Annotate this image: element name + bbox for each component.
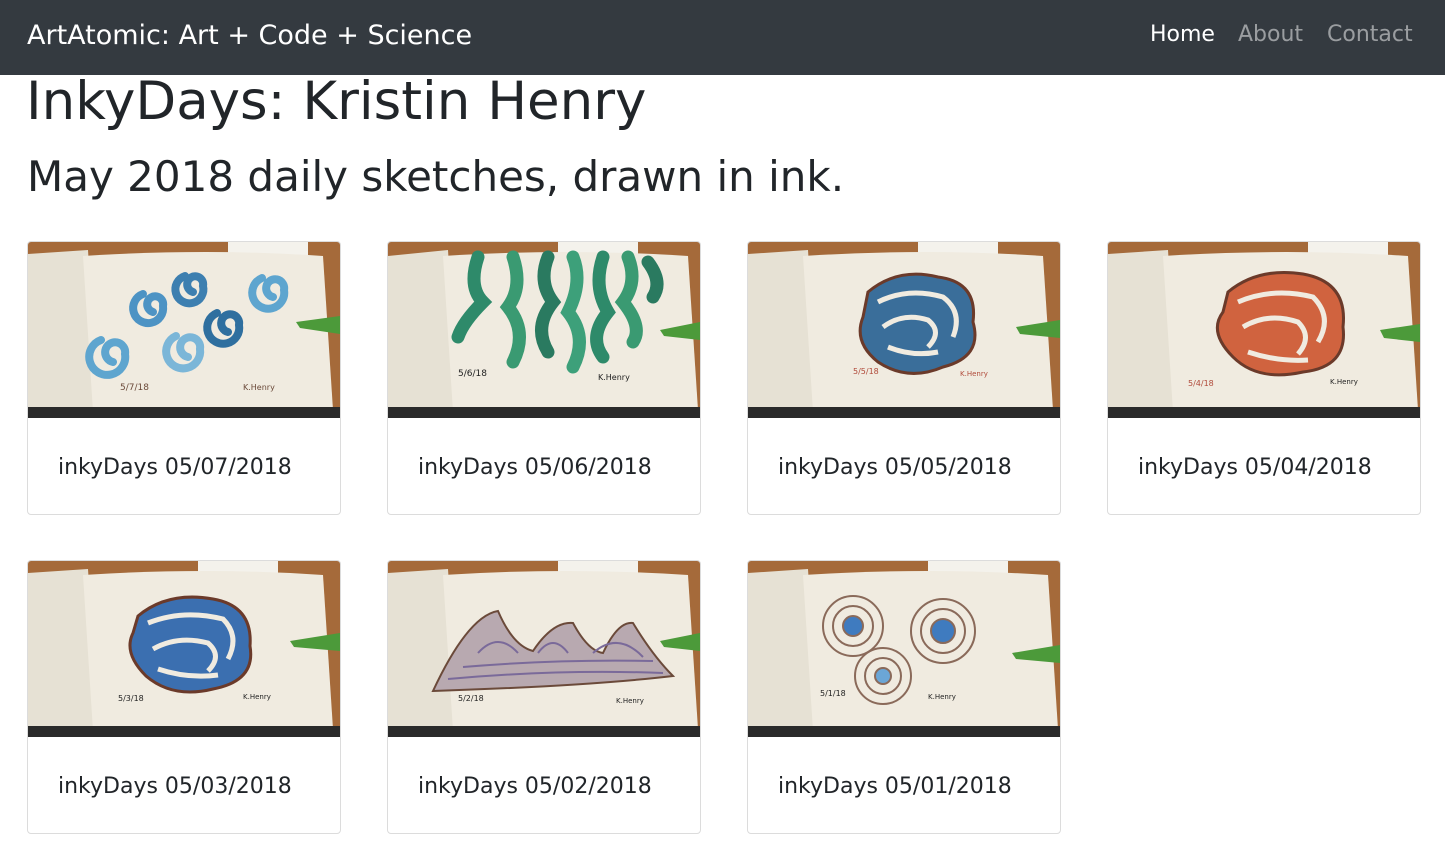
sketch-card-0501[interactable]: 5/1/18 K.Henry inkyDays 05/01/2018 [747,560,1061,834]
sketch-photo-0505: 5/5/18 K.Henry [748,242,1060,418]
svg-text:K.Henry: K.Henry [598,373,630,382]
page-subtitle: May 2018 daily sketches, drawn in ink. [27,152,845,201]
svg-text:K.Henry: K.Henry [243,383,275,392]
svg-text:K.Henry: K.Henry [616,697,644,705]
sketch-card-0502[interactable]: 5/2/18 K.Henry inkyDays 05/02/2018 [387,560,701,834]
nav-link-about[interactable]: About [1238,20,1303,50]
svg-text:5/1/18: 5/1/18 [820,689,846,698]
svg-text:K.Henry: K.Henry [1330,378,1358,386]
sketch-photo-0504: 5/4/18 K.Henry [1108,242,1420,418]
svg-text:5/7/18: 5/7/18 [120,383,149,393]
card-title: inkyDays 05/07/2018 [58,455,292,480]
site-brand[interactable]: ArtAtomic: Art + Code + Science [27,18,472,54]
svg-text:5/5/18: 5/5/18 [853,367,879,376]
svg-text:5/4/18: 5/4/18 [1188,379,1214,388]
top-navbar: ArtAtomic: Art + Code + Science Home Abo… [0,0,1445,75]
sketch-photo-0503: 5/3/18 K.Henry [28,561,340,737]
card-title: inkyDays 05/03/2018 [58,774,292,799]
svg-text:K.Henry: K.Henry [928,693,956,701]
sketch-card-0505[interactable]: 5/5/18 K.Henry inkyDays 05/05/2018 [747,241,1061,515]
svg-text:K.Henry: K.Henry [243,693,271,701]
sketch-card-0503[interactable]: 5/3/18 K.Henry inkyDays 05/03/2018 [27,560,341,834]
page-title: InkyDays: Kristin Henry [26,71,647,132]
sketch-card-0504[interactable]: 5/4/18 K.Henry inkyDays 05/04/2018 [1107,241,1421,515]
sketch-photo-0501: 5/1/18 K.Henry [748,561,1060,737]
card-title: inkyDays 05/06/2018 [418,455,652,480]
card-title: inkyDays 05/02/2018 [418,774,652,799]
svg-text:K.Henry: K.Henry [960,370,988,378]
sketch-photo-0507: 5/7/18 K.Henry [28,242,340,418]
sketch-photo-0506: 5/6/18 K.Henry [388,242,700,418]
svg-text:5/3/18: 5/3/18 [118,694,144,703]
svg-text:5/6/18: 5/6/18 [458,369,487,379]
card-title: inkyDays 05/05/2018 [778,455,1012,480]
sketch-photo-0502: 5/2/18 K.Henry [388,561,700,737]
card-title: inkyDays 05/01/2018 [778,774,1012,799]
svg-text:5/2/18: 5/2/18 [458,694,484,703]
nav-link-contact[interactable]: Contact [1327,20,1413,50]
sketch-card-0507[interactable]: 5/7/18 K.Henry inkyDays 05/07/2018 [27,241,341,515]
card-title: inkyDays 05/04/2018 [1138,455,1372,480]
nav-link-home[interactable]: Home [1150,20,1215,50]
sketch-card-0506[interactable]: 5/6/18 K.Henry inkyDays 05/06/2018 [387,241,701,515]
